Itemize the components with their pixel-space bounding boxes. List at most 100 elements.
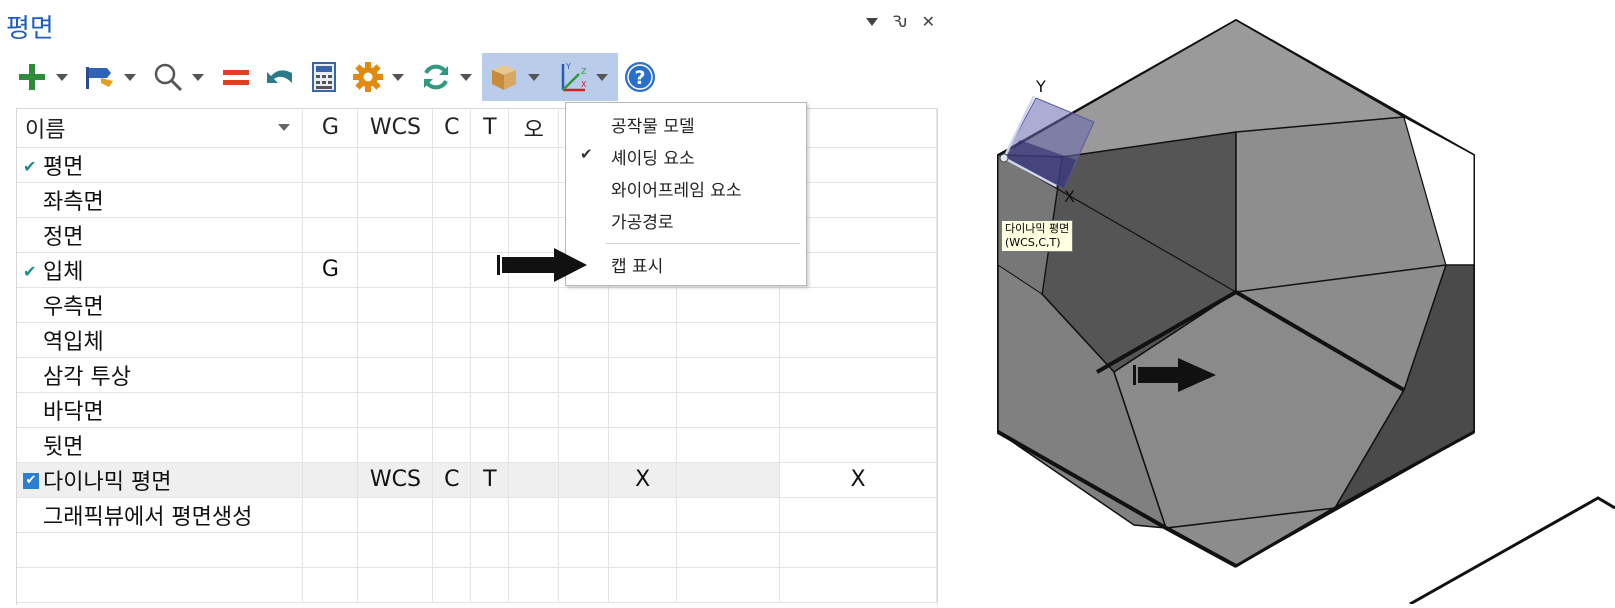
table-cell[interactable] <box>302 497 359 533</box>
undo-button[interactable] <box>258 53 302 101</box>
table-cell[interactable] <box>302 182 359 218</box>
table-cell[interactable] <box>608 497 678 533</box>
table-cell[interactable] <box>608 392 678 428</box>
table-cell[interactable] <box>676 392 781 428</box>
table-cell[interactable] <box>432 217 472 253</box>
refresh-menu-caret[interactable] <box>460 73 472 81</box>
table-cell[interactable] <box>608 427 678 463</box>
table-cell[interactable] <box>779 532 937 568</box>
table-cell[interactable] <box>470 567 510 603</box>
equal-button[interactable] <box>214 53 258 101</box>
table-cell[interactable] <box>432 182 472 218</box>
table-cell[interactable] <box>608 357 678 393</box>
table-cell[interactable] <box>302 287 359 323</box>
plane-name-cell[interactable]: 역입체 <box>17 322 304 358</box>
column-header-t[interactable]: T <box>470 109 510 148</box>
plane-name-cell[interactable] <box>17 567 304 603</box>
table-cell[interactable] <box>432 392 472 428</box>
table-cell[interactable] <box>779 392 937 428</box>
table-cell[interactable] <box>470 287 510 323</box>
table-cell[interactable]: G <box>302 252 359 288</box>
panel-menu-icon[interactable] <box>866 18 878 26</box>
table-cell[interactable] <box>558 462 610 498</box>
plane-name-cell[interactable]: 좌측면 <box>17 182 304 218</box>
flag-menu-caret[interactable] <box>124 73 136 81</box>
axes-menu-caret[interactable] <box>596 73 608 81</box>
table-cell[interactable] <box>676 322 781 358</box>
graphics-viewport[interactable]: Y X <box>945 0 1615 606</box>
table-cell[interactable] <box>357 287 434 323</box>
table-cell[interactable] <box>357 532 434 568</box>
table-cell[interactable] <box>357 252 434 288</box>
column-header-g[interactable]: G <box>302 109 359 148</box>
table-cell[interactable] <box>676 532 781 568</box>
table-cell[interactable] <box>470 392 510 428</box>
table-cell[interactable] <box>302 147 359 183</box>
table-cell[interactable] <box>779 427 937 463</box>
table-cell[interactable] <box>470 532 510 568</box>
table-cell[interactable] <box>608 532 678 568</box>
table-cell[interactable] <box>508 182 560 218</box>
table-cell[interactable] <box>357 147 434 183</box>
checkbox-checked-icon[interactable]: ✔ <box>23 472 39 489</box>
table-cell[interactable] <box>779 497 937 533</box>
table-cell[interactable] <box>357 182 434 218</box>
column-header-c[interactable]: C <box>432 109 472 148</box>
table-cell[interactable] <box>357 392 434 428</box>
table-cell[interactable] <box>357 567 434 603</box>
table-cell[interactable] <box>676 287 781 323</box>
table-cell[interactable] <box>432 357 472 393</box>
table-cell[interactable] <box>508 497 560 533</box>
table-cell[interactable] <box>432 427 472 463</box>
table-cell[interactable] <box>302 427 359 463</box>
gear-menu-caret[interactable] <box>392 73 404 81</box>
table-row[interactable]: ✔ 다이나믹 평면 WCS C T X X <box>17 462 937 498</box>
column-header-wcs[interactable]: WCS <box>357 109 434 148</box>
table-cell[interactable] <box>357 497 434 533</box>
table-cell[interactable] <box>432 567 472 603</box>
table-cell[interactable] <box>508 427 560 463</box>
plane-name-cell[interactable]: 그래픽뷰에서 평면생성 <box>17 497 304 533</box>
calculator-button[interactable] <box>302 53 346 101</box>
table-cell[interactable] <box>470 357 510 393</box>
table-cell[interactable] <box>608 322 678 358</box>
table-cell[interactable] <box>676 357 781 393</box>
solid-model-drawing[interactable]: Y X <box>945 0 1615 606</box>
plane-name-cell[interactable]: 삼각 투상 <box>17 357 304 393</box>
plane-name-cell[interactable] <box>17 532 304 568</box>
table-cell[interactable] <box>676 462 781 498</box>
table-cell[interactable] <box>608 287 678 323</box>
plane-name-cell[interactable]: 뒷면 <box>17 427 304 463</box>
table-cell[interactable] <box>508 287 560 323</box>
refresh-button[interactable] <box>414 53 482 101</box>
table-cell[interactable]: T <box>470 462 510 498</box>
table-cell[interactable] <box>302 462 359 498</box>
help-button[interactable]: ? <box>618 53 662 101</box>
table-row[interactable]: 그래픽뷰에서 평면생성 <box>17 497 937 533</box>
table-row[interactable]: 역입체 <box>17 322 937 358</box>
add-button[interactable] <box>10 53 78 101</box>
table-cell[interactable] <box>558 532 610 568</box>
menu-item-shaded-entities[interactable]: 셰이딩 요소 <box>611 144 695 169</box>
table-cell[interactable] <box>302 567 359 603</box>
plane-name-cell[interactable]: ✔ 입체 <box>17 252 304 288</box>
table-cell[interactable]: WCS <box>357 462 434 498</box>
close-icon[interactable]: ✕ <box>922 14 935 30</box>
table-cell[interactable] <box>779 567 937 603</box>
table-cell[interactable] <box>558 287 610 323</box>
menu-item-stock-model[interactable]: 공작물 모델 <box>611 112 695 137</box>
table-cell[interactable] <box>558 322 610 358</box>
table-cell[interactable] <box>357 427 434 463</box>
plane-name-cell[interactable]: 정면 <box>17 217 304 253</box>
menu-item-show-caps[interactable]: 캡 표시 <box>611 252 663 277</box>
table-cell[interactable] <box>558 497 610 533</box>
flag-button[interactable] <box>78 53 146 101</box>
table-cell[interactable] <box>470 322 510 358</box>
axes-button[interactable]: Y ZX <box>550 53 618 101</box>
sort-caret-icon[interactable] <box>278 124 291 131</box>
table-cell[interactable] <box>302 392 359 428</box>
table-cell[interactable] <box>470 497 510 533</box>
menu-item-wireframe-entities[interactable]: 와이어프레임 요소 <box>611 176 742 201</box>
table-cell[interactable] <box>508 322 560 358</box>
plane-name-cell[interactable]: 우측면 <box>17 287 304 323</box>
